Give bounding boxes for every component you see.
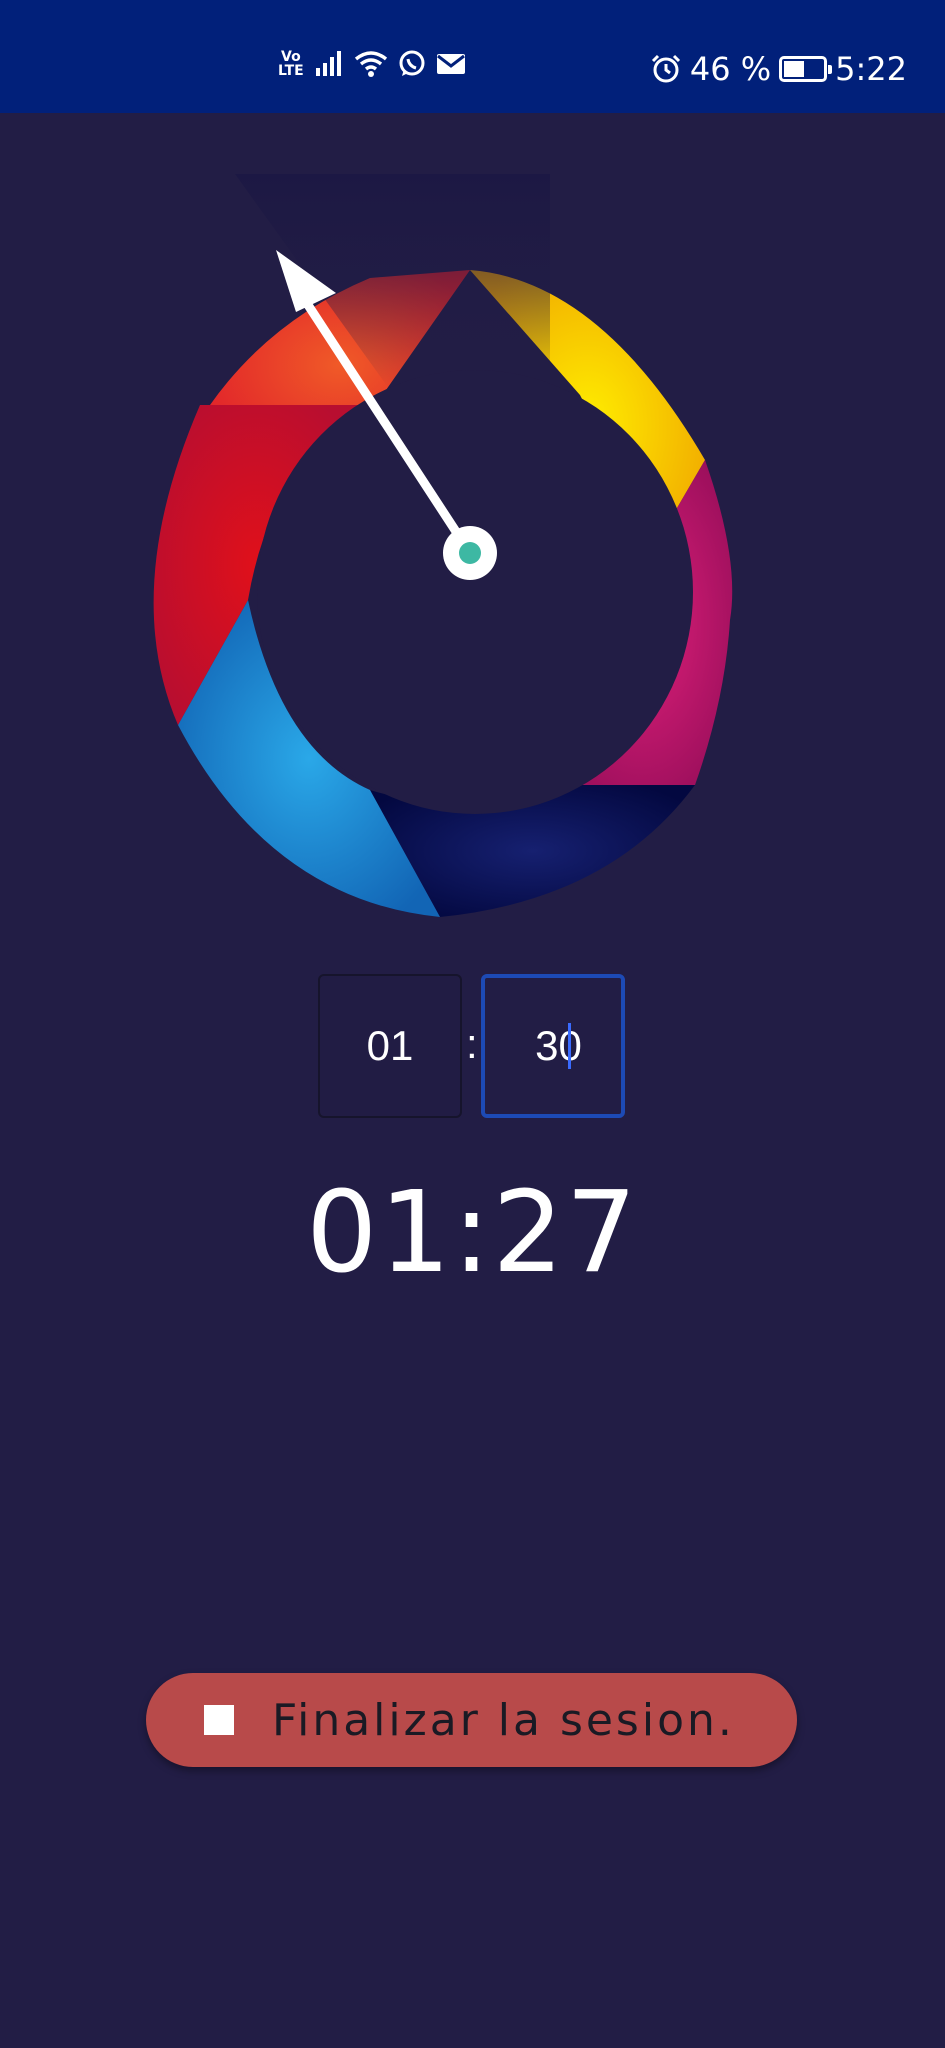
text-cursor — [567, 1023, 571, 1069]
seconds-input[interactable]: 30 — [481, 974, 625, 1118]
status-right-icons: 46 % 5:22 — [650, 50, 907, 88]
wheel-center — [257, 370, 693, 814]
pointer-dot — [459, 542, 481, 564]
seconds-value: 30 — [535, 1022, 582, 1069]
status-bar: Vo LTE 46 % 5:22 — [0, 0, 945, 113]
status-left-icons: Vo LTE — [278, 50, 466, 78]
wheel-ring[interactable] — [153, 174, 733, 917]
color-wheel[interactable] — [140, 160, 800, 920]
battery-percent: 46 % — [689, 50, 772, 88]
minutes-value: 01 — [366, 1022, 414, 1069]
clock: 5:22 — [835, 50, 907, 88]
signal-icon — [315, 51, 341, 76]
alarm-icon — [651, 54, 680, 83]
end-session-button[interactable]: Finalizar la sesion. — [146, 1673, 797, 1767]
whatsapp-icon — [399, 50, 425, 76]
end-session-label: Finalizar la sesion. — [272, 1694, 735, 1746]
wifi-icon — [354, 51, 387, 77]
time-separator: : — [466, 1020, 478, 1067]
stop-icon — [204, 1705, 234, 1735]
volte-icon: Vo LTE — [278, 49, 304, 79]
minutes-input[interactable]: 01 — [318, 974, 462, 1118]
countdown-display: 01:27 — [306, 1168, 639, 1298]
mail-icon — [436, 54, 465, 74]
battery-charging-icon — [779, 56, 833, 82]
